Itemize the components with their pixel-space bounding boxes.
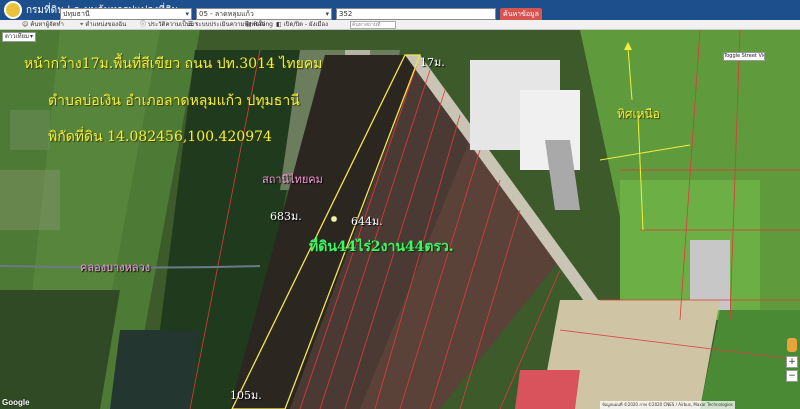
location-icon: ⌖ (80, 21, 84, 28)
satellite-map[interactable]: ดาวเทียม ▾ Toggle Street View หน้ากว้าง1… (0, 30, 800, 409)
side-length-105: 105ม. (230, 389, 262, 402)
parcel-number-input[interactable]: 352 (336, 8, 496, 20)
side-length-17: 17ม. (420, 56, 445, 69)
chart-icon: ▤ (246, 21, 252, 28)
location-annotation: ตำบลบ่อเงิน อำเภอลาดหลุมแก้ว ปทุมธานี (48, 93, 300, 109)
zoom-in-button[interactable]: + (786, 356, 798, 368)
area-annotation: ที่ดิน44ไร่2งาน44ตรว. (309, 239, 454, 255)
toolbar-item-city-plan[interactable]: ◧ เปิด/ปิด - ผังเมือง (276, 21, 328, 29)
toggle-street-view-button[interactable]: Toggle Street View (723, 52, 765, 61)
coords-annotation: พิกัดที่ดิน 14.082456,100.420974 (48, 129, 272, 145)
toolbar-item-contact[interactable]: ☺ ค้นหาผู้จัดทำ (22, 21, 64, 29)
toolbar: ☺ ค้นหาผู้จัดทำ ⌖ ตำแหน่งของฉัน ⓘ ประวัต… (0, 20, 800, 30)
parcel-number-value: 352 (339, 10, 353, 18)
survey-icon: ☰ (188, 21, 194, 28)
satellite-imagery (0, 30, 800, 409)
canal-label: คลองบางหลวง (80, 261, 151, 274)
toolbar-item-label: เปิด/ปิด - ผังเมือง (283, 21, 329, 28)
pegman-icon[interactable] (787, 338, 797, 352)
station-label: สถานีไทยคม (262, 173, 323, 186)
user-icon: ☺ (22, 21, 29, 28)
toolbar-item-rating[interactable]: ▤ Rating (246, 21, 273, 29)
toolbar-item-label: ตำแหน่งของฉัน (85, 21, 127, 28)
map-type-value: ดาวเทียม (5, 33, 30, 40)
toolbar-item-my-location[interactable]: ⌖ ตำแหน่งของฉัน (80, 21, 126, 29)
side-length-683: 683ม. (270, 210, 302, 223)
frontage-annotation: หน้ากว้าง17ม.พื้นที่สีเขียว ถนน ปท.3014 … (24, 56, 323, 72)
toolbar-item-label: ค้นหาผู้จัดทำ (30, 21, 64, 28)
north-label: ทิศเหนือ (617, 107, 660, 121)
chevron-down-icon: ▾ (185, 10, 189, 18)
map-attribution[interactable]: ข้อมูลแผนที่ ©2020 ภาพ ©2020 CNES / Airb… (600, 401, 735, 409)
place-search-input[interactable]: ค้นหาสถานที่ (350, 21, 396, 29)
map-type-select[interactable]: ดาวเทียม ▾ (2, 32, 36, 42)
side-length-644: 644ม. (351, 215, 383, 228)
toolbar-item-label: Rating (253, 21, 273, 28)
chevron-down-icon: ▾ (325, 10, 329, 18)
app-window: กรมที่ดิน | ระบบค้นหารูปแปลงที่ดิน ปทุมธ… (0, 0, 800, 409)
zoom-out-button[interactable]: − (786, 370, 798, 382)
google-logo: Google (2, 398, 30, 407)
info-icon: ⓘ (140, 21, 147, 28)
district-value: 05 - ลาดหลุมแก้ว (199, 10, 254, 18)
chevron-down-icon: ▾ (29, 33, 33, 40)
province-value: ปทุมธานี (63, 10, 90, 18)
province-select[interactable]: ปทุมธานี ▾ (60, 8, 192, 20)
layers-icon: ◧ (276, 21, 282, 28)
district-select[interactable]: 05 - ลาดหลุมแก้ว ▾ (196, 8, 332, 20)
